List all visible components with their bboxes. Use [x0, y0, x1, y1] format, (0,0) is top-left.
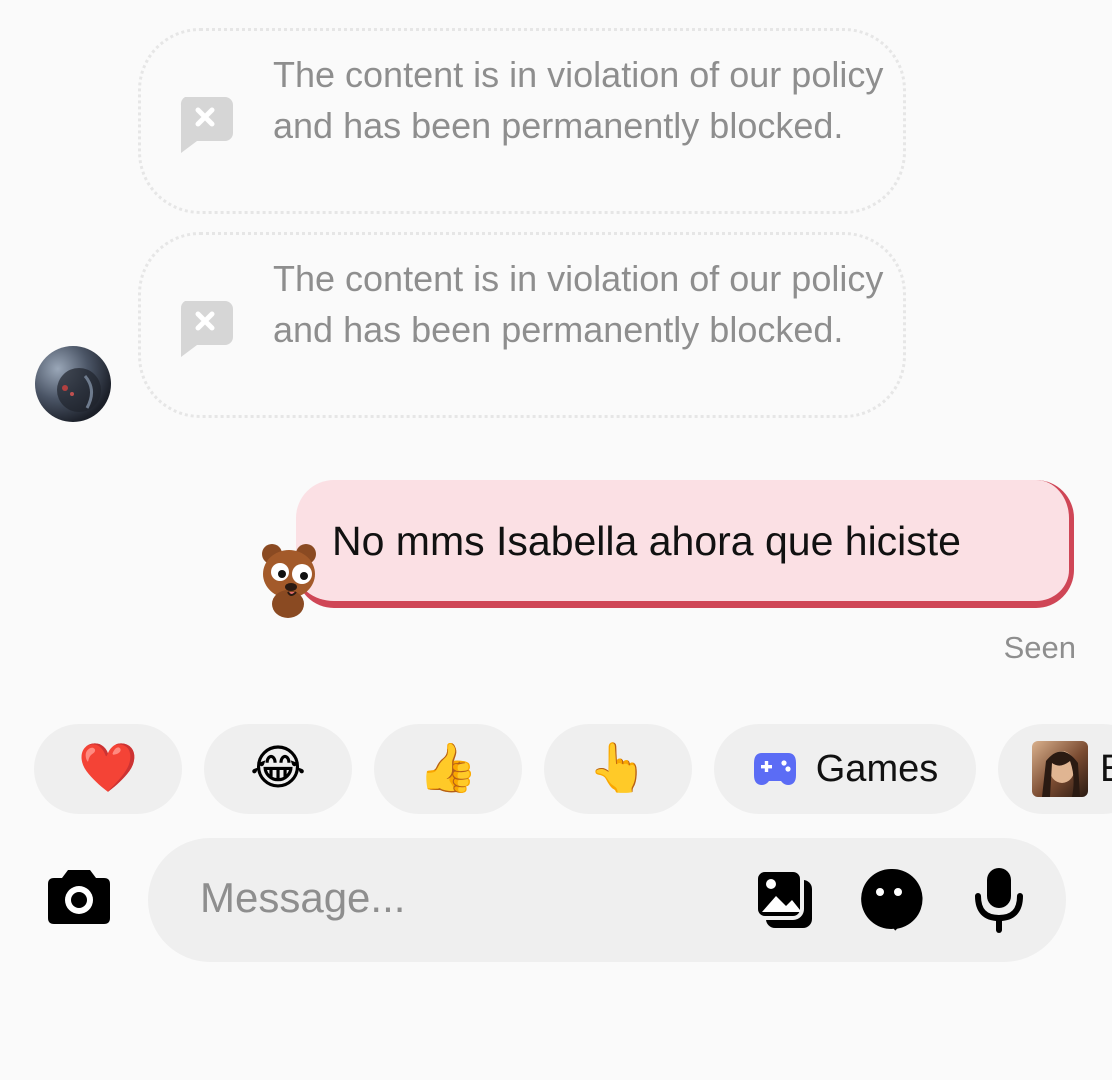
bear-sticker-icon [262, 544, 316, 618]
quick-reply-profile[interactable]: E [998, 724, 1112, 814]
profile-label: E [1100, 748, 1112, 791]
camera-icon[interactable] [46, 866, 112, 926]
laughing-emoji: 😂 [249, 742, 307, 795]
quick-reply-pointing-up[interactable]: 👆 [544, 724, 692, 814]
sender-avatar[interactable] [35, 346, 111, 422]
thumbs-up-emoji: 👍 [418, 742, 478, 795]
quick-reply-games[interactable]: Games [714, 724, 976, 814]
games-label: Games [815, 747, 939, 790]
blocked-message-icon [180, 97, 233, 153]
blocked-message-text: The content is in violation of our polic… [273, 258, 884, 350]
blocked-message-text: The content is in violation of our polic… [273, 54, 884, 146]
sent-message-text: No mms Isabella ahora que hiciste [332, 518, 961, 564]
blocked-message-icon [180, 301, 233, 357]
gamepad-icon [753, 753, 796, 785]
seen-status: Seen [1003, 630, 1076, 665]
quick-reply-laughing[interactable]: 😂 [204, 724, 352, 814]
pointing-up-emoji: 👆 [588, 742, 648, 795]
message-composer[interactable]: Message... [148, 838, 1066, 962]
sent-message-bubble[interactable]: No mms Isabella ahora que hiciste [296, 480, 1074, 608]
profile-photo [1032, 741, 1088, 797]
blocked-message-1[interactable]: The content is in violation of our polic… [138, 28, 906, 214]
sticker-icon[interactable] [858, 866, 924, 932]
gallery-icon[interactable] [752, 866, 816, 934]
microphone-icon[interactable] [972, 866, 1026, 934]
blocked-message-2[interactable]: The content is in violation of our polic… [138, 232, 906, 418]
quick-reply-heart[interactable]: ❤️ [34, 724, 182, 814]
message-input[interactable]: Message... [200, 874, 405, 922]
quick-reply-thumbs-up[interactable]: 👍 [374, 724, 522, 814]
heart-emoji: ❤️ [78, 742, 138, 795]
